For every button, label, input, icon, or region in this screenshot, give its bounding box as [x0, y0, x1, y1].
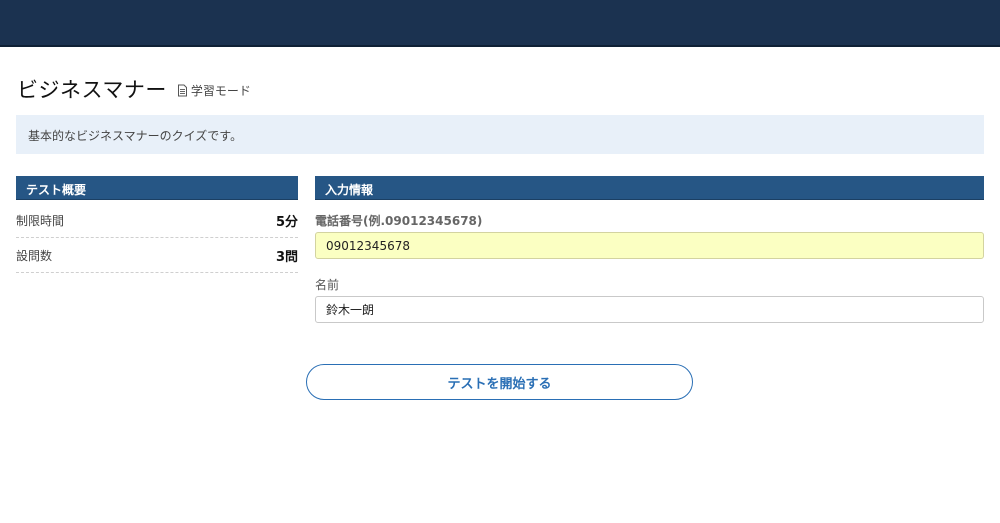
description-text: 基本的なビジネスマナーのクイズです。 [28, 129, 243, 143]
name-input[interactable]: 鈴木一朗 [315, 296, 984, 323]
document-icon [177, 84, 187, 97]
top-navigation-bar [0, 0, 1000, 47]
description-box: 基本的なビジネスマナーのクイズです。 [16, 115, 984, 154]
mode-label: 学習モード [190, 84, 251, 98]
input-header-label: 入力情報 [325, 183, 374, 197]
start-test-button[interactable]: テストを開始する [306, 364, 693, 400]
summary-row-question-count: 設問数 3問 [16, 238, 298, 273]
summary-section-header: テスト概要 [16, 176, 298, 200]
title-row: ビジネスマナー 学習モード [17, 74, 251, 104]
name-label: 名前 [315, 278, 340, 292]
summary-label: 設問数 [16, 248, 53, 263]
phone-input-value: 09012345678 [326, 238, 410, 253]
summary-row-time-limit: 制限時間 5分 [16, 203, 298, 238]
phone-label: 電話番号(例.09012345678) [315, 214, 483, 228]
summary-value: 5分 [275, 214, 298, 230]
mode-indicator: 学習モード [176, 82, 251, 99]
phone-input[interactable]: 09012345678 [315, 232, 984, 259]
summary-header-label: テスト概要 [26, 183, 87, 197]
page-title: ビジネスマナー [17, 78, 167, 102]
name-input-value: 鈴木一朗 [326, 303, 375, 317]
summary-value: 3問 [275, 249, 298, 265]
input-section-header: 入力情報 [315, 176, 984, 200]
summary-label: 制限時間 [16, 213, 65, 228]
